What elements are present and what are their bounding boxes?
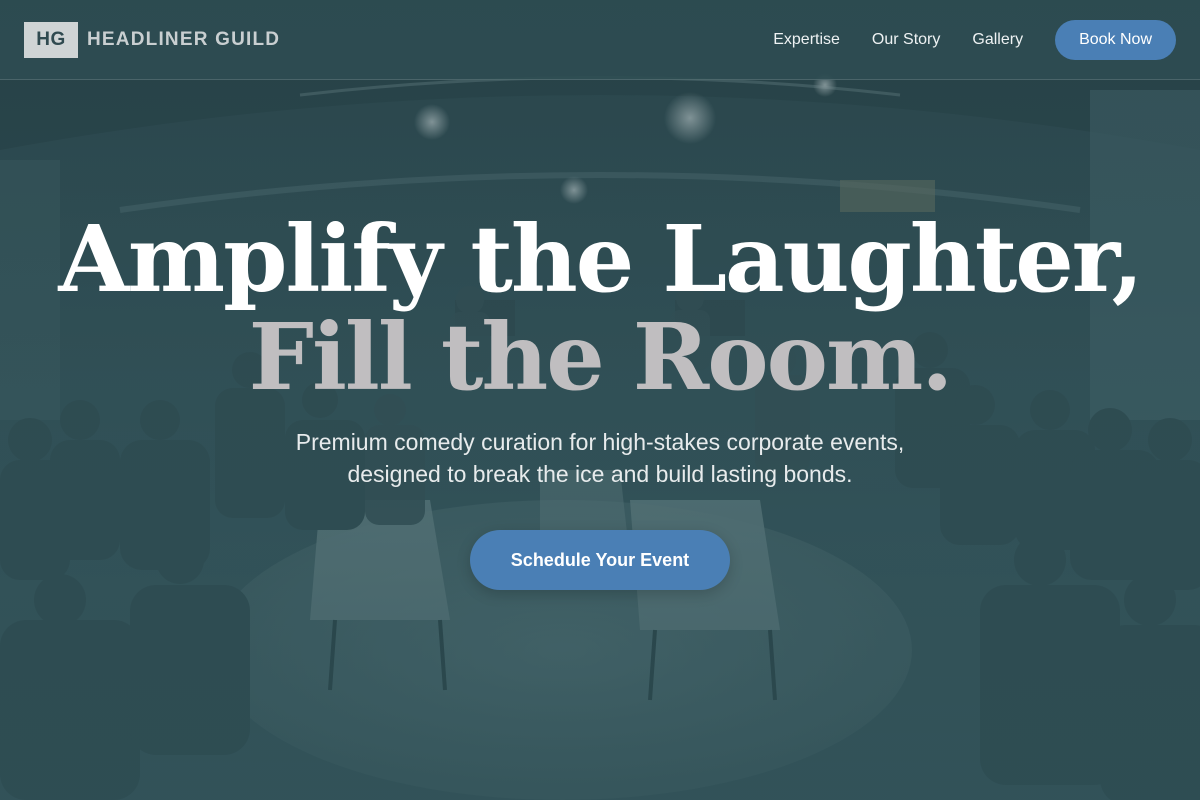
brand-badge: HG xyxy=(24,22,78,58)
hero-section: Amplify the Laughter, Fill the Room. Pre… xyxy=(0,80,1200,800)
site-header: HG HEADLINER GUILD Expertise Our Story G… xyxy=(0,0,1200,80)
hero-subtitle-line2: designed to break the ice and build last… xyxy=(347,461,853,487)
brand-logo-link[interactable]: HG HEADLINER GUILD xyxy=(24,22,280,58)
hero-headline: Amplify the Laughter, Fill the Room. xyxy=(0,210,1200,406)
nav-link-gallery[interactable]: Gallery xyxy=(972,31,1023,49)
book-now-button[interactable]: Book Now xyxy=(1055,20,1176,60)
nav-link-expertise[interactable]: Expertise xyxy=(773,31,840,49)
page: HG HEADLINER GUILD Expertise Our Story G… xyxy=(0,0,1200,800)
brand-name: HEADLINER GUILD xyxy=(87,29,281,50)
hero-headline-line2: Fill the Room. xyxy=(248,303,954,411)
hero-headline-line1: Amplify the Laughter, xyxy=(58,205,1143,313)
hero-subtitle: Premium comedy curation for high-stakes … xyxy=(200,426,1000,490)
nav-link-our-story[interactable]: Our Story xyxy=(872,31,940,49)
hero-subtitle-line1: Premium comedy curation for high-stakes … xyxy=(295,429,905,455)
main-nav: Expertise Our Story Gallery Book Now xyxy=(773,20,1176,60)
schedule-event-button[interactable]: Schedule Your Event xyxy=(470,530,730,590)
